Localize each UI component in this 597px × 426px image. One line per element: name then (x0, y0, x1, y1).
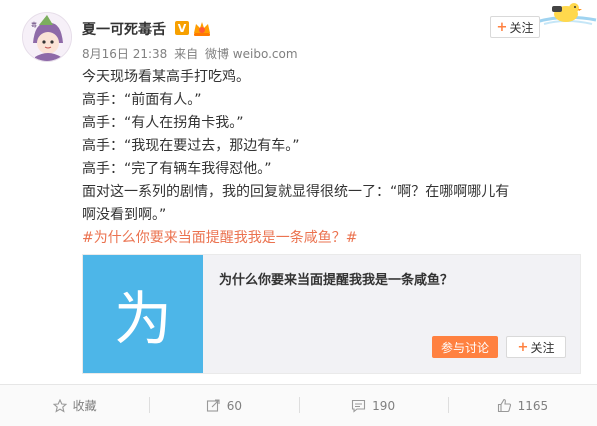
post-line: 面对这一系列的剧情，我的回复就显得很统一了：“啊？在哪啊哪儿有啊没看到啊。” (82, 184, 510, 223)
svg-text:毒: 毒 (31, 21, 37, 29)
like-count: 1165 (517, 398, 549, 413)
repost-button[interactable]: 60 (149, 385, 298, 426)
action-bar: 收藏 60 190 1165 (0, 384, 597, 426)
from-label: 来自 (174, 47, 199, 61)
post-line: 今天现场看某高手打吃鸡。 (82, 69, 250, 85)
follow-button[interactable]: + 关注 (490, 16, 540, 38)
post-line: 高手：“完了有辆车我得怼他。” (82, 161, 272, 177)
join-discussion-button[interactable]: 参与讨论 (432, 336, 498, 358)
post-source[interactable]: 微博 weibo.com (205, 47, 298, 61)
topic-follow-label: 关注 (530, 340, 555, 355)
topic-follow-button[interactable]: + 关注 (506, 336, 566, 358)
topic-card-glyph: 为 (113, 285, 172, 353)
repost-count: 60 (226, 398, 243, 413)
like-button[interactable]: 1165 (447, 385, 597, 426)
verified-badge-icon[interactable]: V (175, 21, 189, 35)
duck-sticker-icon (535, 3, 597, 25)
comment-count: 190 (372, 398, 396, 413)
plus-icon: + (517, 339, 529, 355)
post-timestamp[interactable]: 8月16日 21:38 (82, 47, 167, 61)
hashtag-link[interactable]: #为什么你要来当面提醒我我是一条咸鱼？# (82, 227, 522, 250)
topic-card-title[interactable]: 为什么你要来当面提醒我我是一条咸鱼？ (219, 269, 453, 288)
post-line: 高手：“前面有人。” (82, 92, 202, 108)
vip-crown-icon[interactable] (192, 19, 212, 37)
topic-card-image[interactable]: 为 (83, 255, 203, 373)
username[interactable]: 夏一可死毒舌 (82, 19, 166, 39)
follow-label: 关注 (509, 20, 534, 35)
post-body: 今天现场看某高手打吃鸡。 高手：“前面有人。” 高手：“有人在拐角卡我。” 高手… (82, 66, 522, 250)
star-icon (52, 398, 67, 413)
favorite-button[interactable]: 收藏 (0, 385, 149, 426)
topic-card[interactable]: 为 为什么你要来当面提醒我我是一条咸鱼？ 参与讨论 + 关注 (82, 254, 581, 374)
avatar[interactable]: 毒 (22, 12, 72, 62)
post-line: 高手：“有人在拐角卡我。” (82, 115, 244, 131)
comment-button[interactable]: 190 (298, 385, 448, 426)
plus-icon: + (496, 19, 508, 35)
repost-icon (206, 399, 220, 412)
thumbs-up-icon (497, 398, 511, 413)
post-line: 高手：“我现在要过去，那边有车。” (82, 138, 300, 154)
comment-icon (352, 399, 366, 413)
favorite-label: 收藏 (72, 399, 97, 413)
post-meta: 8月16日 21:38 来自 微博 weibo.com (82, 45, 301, 62)
